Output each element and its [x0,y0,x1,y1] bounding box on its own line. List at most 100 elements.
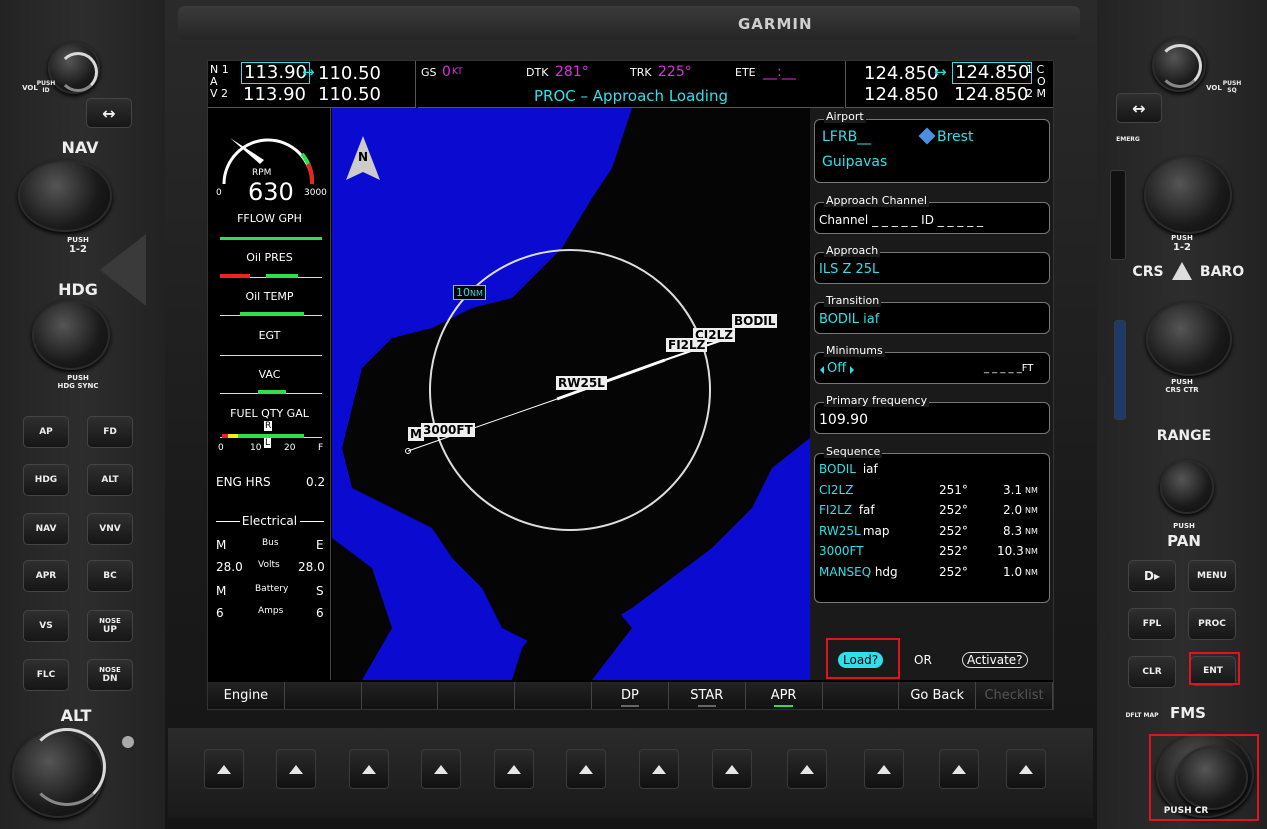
vol-ring-left [58,52,98,92]
nav-knob[interactable] [18,160,112,232]
bc-button[interactable]: BC [87,560,133,592]
waypoint-bodil[interactable]: BODIL [732,314,778,328]
softkey-button-11[interactable] [939,749,979,789]
softkey-button-2[interactable] [276,749,316,789]
softkey-4[interactable] [438,682,516,709]
com1-standby-freq[interactable]: 124.850 [952,62,1033,84]
alt-button[interactable]: ALT [87,464,133,496]
softkey-button-5[interactable] [494,749,534,789]
nav1-standby-freq[interactable]: 110.50 [318,63,381,84]
seq-wpt: CI2LZ [819,483,854,497]
sequence-row: FI2LZ faf 252° 2.0 NM [819,503,1044,519]
nav2-standby-freq[interactable]: 110.50 [318,84,381,105]
softkey-button-4[interactable] [421,749,461,789]
or-label: OR [914,653,932,667]
proc-button[interactable]: PROC [1188,608,1236,640]
up-triangle-icon [877,764,891,774]
nav-mode-button[interactable]: NAV [23,513,69,545]
waypoint-3000ft[interactable]: 3000FT [421,423,475,437]
nav2-active-freq[interactable]: 113.90 [243,84,306,105]
sequence-row: 3000FT 252° 10.3 NM [819,544,1044,560]
sequence-row: MANSEQ hdg 252° 1.0 NM [819,565,1044,581]
softkey-5[interactable] [515,682,593,709]
softkey-9[interactable] [822,682,900,709]
softkey-button-10[interactable] [864,749,904,789]
com-swap-arrow-icon: ↔ [934,63,947,81]
com2-standby-freq[interactable]: 124.850 [954,84,1028,105]
moving-map[interactable]: N 10NM BODIL CI2LZ FI2LZ RW25L 3000FT M [332,108,810,680]
fuel-tick-0: 0 [218,443,224,453]
waypoint-fi2lz[interactable]: FI2LZ [666,338,708,352]
garmin-logo: GARMIN [738,15,813,33]
triangle-a-icon [1172,262,1192,280]
softkey-checklist[interactable]: Checklist [976,682,1053,709]
softkey-star[interactable]: STAR [668,682,746,709]
up-triangle-icon [289,764,303,774]
airport-ident: LFRB__ [822,129,872,145]
softkey-engine[interactable]: Engine [208,682,285,709]
nose-dn-button[interactable]: NOSE DN [87,659,133,691]
indicator-light [122,736,134,748]
seq-dist: 8.3 [1003,524,1023,538]
flc-button[interactable]: FLC [23,659,69,691]
status-message: PROC – Approach Loading [534,87,728,105]
clr-button[interactable]: CLR [1128,656,1176,688]
seq-unit: NM [1025,506,1038,515]
hdg-button[interactable]: HDG [23,464,69,496]
amps-label: Amps [258,606,284,616]
approach-value: ILS Z 25L [819,262,880,277]
fd-button[interactable]: FD [87,416,133,448]
softkey-button-12[interactable] [1006,749,1046,789]
ete-value: __:__ [763,64,796,80]
menu-button[interactable]: MENU [1188,560,1236,592]
seq-suffix: hdg [871,565,898,579]
softkey-label: STAR [690,688,724,703]
slider-track-top [1110,170,1126,260]
fflow-scale [220,230,322,240]
com2-active-freq[interactable]: 124.850 [864,84,938,105]
softkey-apr[interactable]: APR [745,682,823,709]
waypoint-manseq[interactable]: M [408,427,424,441]
softkey-button-1[interactable] [204,749,244,789]
softkey-dp[interactable]: DP [592,682,669,709]
oil-pres-red-band [220,274,250,278]
sequence-title: Sequence [824,445,883,458]
crs-baro-knob[interactable] [1146,302,1232,376]
softkey-button-3[interactable] [349,749,389,789]
softkey-go-back[interactable]: Go Back [899,682,977,709]
softkey-button-6[interactable] [566,749,606,789]
seq-crs: 252° [939,565,968,579]
hdg-knob[interactable] [32,300,110,370]
softkey-3[interactable] [361,682,439,709]
activate-button[interactable]: Activate? [962,652,1028,668]
vs-button[interactable]: VS [23,610,69,642]
vnv-button[interactable]: VNV [87,513,133,545]
softkey-button-7[interactable] [639,749,679,789]
com-swap-button[interactable]: ↔ [1116,93,1162,123]
rpm-value: 630 [248,178,294,206]
range-knob[interactable] [1160,460,1214,514]
airport-title: Airport [824,110,866,123]
com1-active-freq[interactable]: 124.850 [864,63,938,84]
softkey-button-9[interactable] [787,749,827,789]
approach-path [405,335,735,454]
softkey-button-8[interactable] [712,749,752,789]
waypoint-rw25l[interactable]: RW25L [556,376,607,390]
com-knob[interactable] [1144,156,1232,234]
oil-temp-green-band [240,312,304,316]
alt-label: ALT [60,706,92,725]
gs-label: GS [421,66,437,79]
nav1-active-freq[interactable]: 113.90 [241,62,310,84]
oil-pres-green-band [266,274,298,278]
ap-button[interactable]: AP [23,416,69,448]
ent-highlight-box [1189,652,1240,685]
nose-up-button[interactable]: NOSE UP [87,610,133,642]
fuel-yellow-band [228,434,238,438]
fpl-button[interactable]: FPL [1128,608,1176,640]
nav-swap-button[interactable]: ↔ [86,98,132,128]
up-triangle-icon [952,764,966,774]
fflow-label: FFLOW GPH [237,212,302,225]
direct-to-button[interactable]: D▸ [1128,560,1176,592]
apr-button[interactable]: APR [23,560,69,592]
softkey-2[interactable] [284,682,362,709]
